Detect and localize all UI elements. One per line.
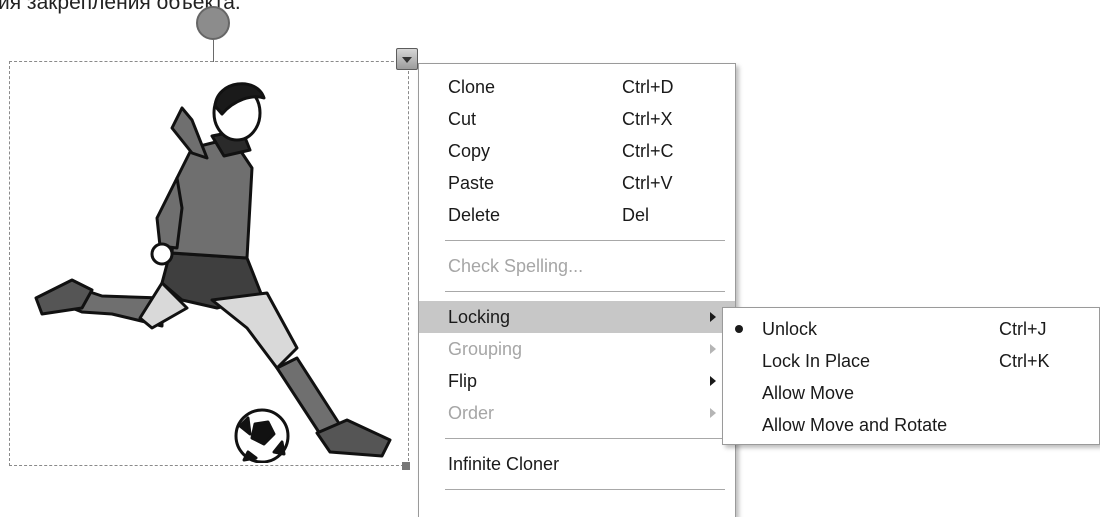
submenu-arrow-icon (710, 408, 716, 418)
submenu-item-label: Allow Move and Rotate (762, 415, 948, 435)
submenu-arrow-icon (710, 344, 716, 354)
menu-item-label: Flip (448, 371, 478, 391)
submenu-item-label: Lock In Place (762, 351, 871, 371)
menu-item-label: Grouping (448, 339, 523, 359)
submenu-item-label: Allow Move (762, 383, 855, 403)
menu-item-shortcut: Del (622, 205, 650, 225)
menu-item-cut[interactable]: Cut Ctrl+X (419, 103, 735, 135)
rotate-handle-stem (213, 40, 214, 62)
submenu-item-label: Unlock (762, 319, 818, 339)
menu-item-paste[interactable]: Paste Ctrl+V (419, 167, 735, 199)
menu-item-order[interactable]: Order (419, 397, 735, 429)
menu-item-infinite-cloner[interactable]: Infinite Cloner (419, 448, 735, 480)
submenu-item-unlock[interactable]: Unlock Ctrl+J (723, 313, 1099, 345)
menu-item-label: Cut (448, 109, 477, 129)
submenu-item-allow-move-and-rotate[interactable]: Allow Move and Rotate (723, 409, 1099, 441)
submenu-item-shortcut: Ctrl+K (999, 351, 1050, 371)
menu-item-label: Delete (448, 205, 501, 225)
submenu-item-shortcut: Ctrl+J (999, 319, 1047, 339)
resize-handle[interactable] (402, 462, 410, 470)
menu-item-label: Paste (448, 173, 495, 193)
menu-item-shortcut: Ctrl+V (622, 173, 673, 193)
submenu-item-allow-move[interactable]: Allow Move (723, 377, 1099, 409)
menu-item-copy[interactable]: Copy Ctrl+C (419, 135, 735, 167)
menu-item-locking[interactable]: Locking (419, 301, 735, 333)
menu-item-label: Order (448, 403, 495, 423)
submenu-arrow-icon (710, 376, 716, 386)
soccer-player-image[interactable] (12, 68, 402, 463)
menu-item-label: Copy (448, 141, 491, 161)
menu-item-grouping[interactable]: Grouping (419, 333, 735, 365)
menu-item-label: Locking (448, 307, 511, 327)
menu-separator (445, 291, 725, 292)
menu-item-check-spelling[interactable]: Check Spelling... (419, 250, 735, 282)
menu-item-delete[interactable]: Delete Del (419, 199, 735, 231)
radio-bullet-icon (735, 325, 743, 333)
submenu-item-lock-in-place[interactable]: Lock In Place Ctrl+K (723, 345, 1099, 377)
menu-item-label: Infinite Cloner (448, 454, 560, 474)
locking-submenu: Unlock Ctrl+J Lock In Place Ctrl+K Allow… (722, 307, 1100, 445)
menu-item-shortcut: Ctrl+C (622, 141, 674, 161)
context-menu: Clone Ctrl+D Cut Ctrl+X Copy Ctrl+C Past… (418, 63, 736, 517)
menu-separator (445, 489, 725, 490)
menu-top-padding (419, 64, 735, 71)
object-menu-dropdown-button[interactable] (396, 48, 418, 70)
rotate-handle[interactable] (196, 6, 230, 40)
menu-item-label: Check Spelling... (448, 256, 584, 276)
menu-item-shortcut: Ctrl+D (622, 77, 674, 97)
menu-item-flip[interactable]: Flip (419, 365, 735, 397)
menu-separator (445, 240, 725, 241)
menu-separator (445, 438, 725, 439)
menu-item-shortcut: Ctrl+X (622, 109, 673, 129)
menu-item-label: Clone (448, 77, 496, 97)
menu-item-clone[interactable]: Clone Ctrl+D (419, 71, 735, 103)
submenu-arrow-icon (710, 312, 716, 322)
